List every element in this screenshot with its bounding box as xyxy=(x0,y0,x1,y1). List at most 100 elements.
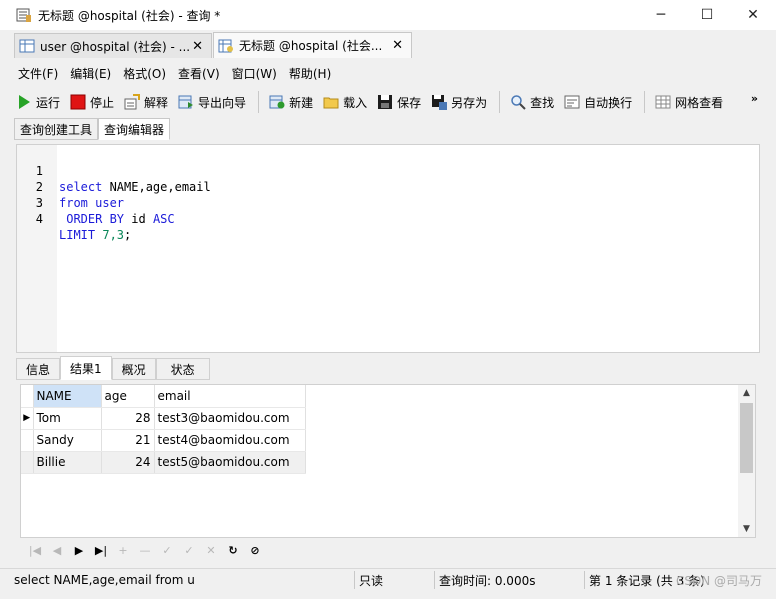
table-row[interactable]: Sandy 21 test4@baomidou.com xyxy=(21,429,306,452)
result-tabs: 信息 结果1 概况 状态 xyxy=(16,356,210,380)
window-controls: ─ ☐ ✕ xyxy=(638,0,776,30)
status-readonly: 只读 xyxy=(354,571,432,589)
status-query-time: 查询时间: 0.000s xyxy=(434,571,582,589)
tab-query-editor[interactable]: 查询编辑器 xyxy=(98,118,171,140)
window-title: 无标题 @hospital (社会) - 查询 * xyxy=(38,8,221,23)
minimize-button[interactable]: ─ xyxy=(638,0,684,30)
table-row[interactable]: ▶ Tom 28 test3@baomidou.com xyxy=(21,407,306,430)
export-wizard-button[interactable]: 导出向导 xyxy=(178,90,246,114)
scroll-up-icon[interactable]: ▲ xyxy=(738,385,755,401)
save-icon xyxy=(378,95,393,109)
tab-profile[interactable]: 概况 xyxy=(111,358,156,380)
menu-edit[interactable]: 编辑(E) xyxy=(70,65,111,82)
toolbar-separator xyxy=(499,91,501,113)
cell-email[interactable]: test5@baomidou.com xyxy=(154,451,306,474)
sql-text: id xyxy=(124,212,153,226)
load-button[interactable]: 载入 xyxy=(323,90,367,114)
query-icon xyxy=(218,39,233,52)
word-wrap-icon xyxy=(564,95,580,109)
sql-keyword: ORDER BY xyxy=(59,212,125,226)
code-line: 3 ORDER BY id ASC xyxy=(17,179,759,226)
menu-bar: 文件(F) 编辑(E) 格式(O) 查看(V) 窗口(W) 帮助(H) xyxy=(0,60,776,86)
toolbar-overflow-icon[interactable]: » xyxy=(751,92,758,105)
stop-loading-icon[interactable]: ⊘ xyxy=(244,544,266,557)
result-grid[interactable]: NAME age email ▶ Tom 28 test3@baomidou.c… xyxy=(20,384,756,538)
run-button[interactable]: 运行 xyxy=(16,90,60,114)
grid-icon xyxy=(655,95,671,109)
toolbar-separator xyxy=(644,91,646,113)
explain-button[interactable]: 解释 xyxy=(124,90,168,114)
navicat-app-icon xyxy=(16,8,31,22)
menu-window[interactable]: 窗口(W) xyxy=(232,65,277,82)
code-line: 4 LIMIT 7,3; xyxy=(17,195,759,242)
menu-file[interactable]: 文件(F) xyxy=(18,65,58,82)
column-header-name[interactable]: NAME xyxy=(33,385,102,408)
cell-name[interactable]: Billie xyxy=(33,451,102,474)
add-record-icon[interactable]: + xyxy=(112,544,134,557)
vertical-scrollbar[interactable]: ▲ ▼ xyxy=(738,385,755,537)
cell-age[interactable]: 24 xyxy=(101,451,155,474)
grid-view-button[interactable]: 网格查看 xyxy=(655,90,723,114)
menu-format[interactable]: 格式(O) xyxy=(123,65,166,82)
cell-name[interactable]: Sandy xyxy=(33,429,102,452)
cell-age[interactable]: 21 xyxy=(101,429,155,452)
tab-info[interactable]: 信息 xyxy=(16,358,61,380)
sql-keyword: LIMIT xyxy=(59,228,96,242)
tab-status[interactable]: 状态 xyxy=(155,358,210,380)
cell-name[interactable]: Tom xyxy=(33,407,102,430)
cell-age[interactable]: 28 xyxy=(101,407,155,430)
line-number: 4 xyxy=(35,212,43,226)
menu-view[interactable]: 查看(V) xyxy=(178,65,220,82)
previous-record-icon[interactable]: ◀ xyxy=(46,544,68,557)
doc-tab-user[interactable]: user @hospital (社会) - ... ✕ xyxy=(14,33,212,58)
result-table: NAME age email ▶ Tom 28 test3@baomidou.c… xyxy=(21,385,306,474)
sql-editor[interactable]: 1 select NAME,age,email 2 from user 3 OR… xyxy=(16,144,760,353)
doc-tab-untitled-query[interactable]: 无标题 @hospital (社会... ✕ xyxy=(213,32,412,58)
document-tab-bar: user @hospital (社会) - ... ✕ 无标题 @hospita… xyxy=(0,30,776,58)
new-button[interactable]: 新建 xyxy=(269,90,313,114)
code-line: 2 from user xyxy=(17,163,759,210)
last-record-icon[interactable]: ▶| xyxy=(90,544,112,557)
close-tab-icon[interactable]: ✕ xyxy=(192,39,203,54)
column-header-email[interactable]: email xyxy=(154,385,306,408)
first-record-icon[interactable]: |◀ xyxy=(24,544,46,557)
header-row: NAME age email xyxy=(21,385,306,408)
save-as-button[interactable]: 另存为 xyxy=(431,90,487,114)
explain-icon xyxy=(124,94,141,110)
sql-number: 7,3 xyxy=(95,228,125,242)
title-bar: 无标题 @hospital (社会) - 查询 * ─ ☐ ✕ xyxy=(0,0,776,30)
close-window-button[interactable]: ✕ xyxy=(730,0,776,30)
menu-help[interactable]: 帮助(H) xyxy=(289,65,331,82)
save-button[interactable]: 保存 xyxy=(377,90,421,114)
status-bar: select NAME,age,email from u 只读 查询时间: 0.… xyxy=(0,568,776,590)
watermark: CSDN @司马万 xyxy=(675,574,762,588)
save-as-icon xyxy=(432,95,448,110)
scroll-down-icon[interactable]: ▼ xyxy=(738,521,755,537)
refresh-icon[interactable]: ↻ xyxy=(222,544,244,557)
cancel-changes-icon[interactable]: ✕ xyxy=(200,544,222,557)
stop-button[interactable]: 停止 xyxy=(70,90,114,114)
doc-tab-label: user @hospital (社会) - ... xyxy=(40,39,191,54)
stop-icon xyxy=(70,94,86,110)
cell-email[interactable]: test3@baomidou.com xyxy=(154,407,306,430)
export-icon xyxy=(178,95,194,109)
delete-record-icon[interactable]: — xyxy=(134,544,156,557)
word-wrap-button[interactable]: 自动换行 xyxy=(564,90,632,114)
tab-query-builder[interactable]: 查询创建工具 xyxy=(14,118,99,140)
table-row[interactable]: Billie 24 test5@baomidou.com xyxy=(21,451,306,474)
find-button[interactable]: 查找 xyxy=(510,90,554,114)
next-record-icon[interactable]: ▶ xyxy=(68,544,90,557)
edit-record-icon[interactable]: ✓ xyxy=(156,544,178,557)
close-tab-icon[interactable]: ✕ xyxy=(392,38,403,53)
new-query-icon xyxy=(269,95,285,109)
row-indicator xyxy=(21,429,34,452)
column-header-age[interactable]: age xyxy=(101,385,155,408)
row-indicator xyxy=(21,451,34,474)
maximize-button[interactable]: ☐ xyxy=(684,0,730,30)
tab-result-1[interactable]: 结果1 xyxy=(60,356,112,380)
apply-changes-icon[interactable]: ✓ xyxy=(178,544,200,557)
editor-mode-tabs: 查询创建工具 查询编辑器 xyxy=(14,118,171,140)
cell-email[interactable]: test4@baomidou.com xyxy=(154,429,306,452)
scroll-thumb[interactable] xyxy=(740,403,753,473)
query-toolbar: 运行 停止 解释 导出向导 新建 载入 保存 另存为 查找 自动换行 网格查看 xyxy=(0,88,776,116)
